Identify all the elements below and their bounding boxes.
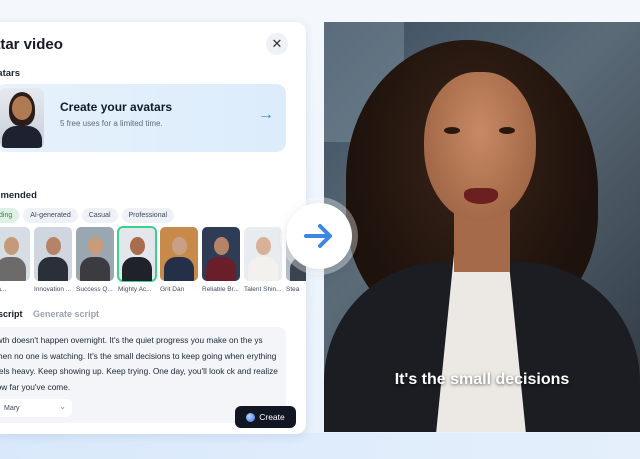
avatar-name: Stea bbox=[286, 286, 300, 293]
script-tabs: r script Generate script bbox=[0, 309, 99, 319]
avatar-video-preview: It's the small decisions bbox=[324, 22, 640, 432]
voice-select[interactable]: Mary ⌄ bbox=[0, 399, 72, 417]
avatar-card[interactable]: Mighty Ac... bbox=[117, 226, 157, 293]
script-text[interactable]: owth doesn't happen overnight. It's the … bbox=[0, 333, 280, 396]
background-strip bbox=[0, 433, 640, 459]
create-avatar-thumbnail bbox=[0, 88, 44, 148]
avatar-card[interactable]: Success Q... bbox=[76, 227, 114, 293]
sparkle-icon bbox=[246, 412, 256, 422]
create-avatar-card[interactable]: Create your avatars 5 free uses for a li… bbox=[0, 84, 286, 152]
arrow-right-icon[interactable] bbox=[286, 203, 352, 269]
avatar-card[interactable]: Talent Shin... bbox=[244, 227, 282, 293]
avatar-card[interactable]: Ma... bbox=[0, 227, 30, 293]
voice-name: Mary bbox=[4, 404, 20, 412]
avatar-name: Grit Dan bbox=[160, 286, 185, 293]
avatar-name: Innovation ... bbox=[34, 286, 72, 293]
avatars-label: vatars bbox=[0, 68, 20, 79]
avatar-card[interactable]: Grit Dan bbox=[160, 227, 198, 293]
avatar-name: Talent Shin... bbox=[244, 286, 282, 293]
avatar-card[interactable]: Innovation ... bbox=[34, 227, 72, 293]
chevron-down-icon: ⌄ bbox=[59, 402, 66, 411]
avatar-card[interactable]: Reliable Br... bbox=[202, 227, 240, 293]
avatar-thumbnail bbox=[160, 227, 198, 281]
avatar-thumbnail bbox=[76, 227, 114, 281]
close-icon[interactable]: ✕ bbox=[266, 33, 288, 55]
avatar-thumbnail bbox=[34, 227, 72, 281]
create-button[interactable]: Create bbox=[235, 406, 296, 428]
filter-chips: ding AI-generated Casual Professional bbox=[0, 208, 175, 223]
filter-chip[interactable]: Professional bbox=[121, 208, 175, 223]
create-avatar-title: Create your avatars bbox=[60, 100, 173, 114]
avatar-thumbnail bbox=[117, 226, 157, 282]
avatar-name: Mighty Ac... bbox=[118, 286, 152, 293]
avatar-name: Success Q... bbox=[76, 286, 113, 293]
filter-chip[interactable]: AI-generated bbox=[23, 208, 78, 223]
filter-chip[interactable]: Casual bbox=[81, 208, 118, 223]
avatar-thumbnail bbox=[202, 227, 240, 281]
tab-your-script[interactable]: r script bbox=[0, 309, 23, 319]
avatar-list: Ma... Innovation ... Success Q... Mighty Ac… bbox=[0, 226, 306, 293]
video-caption: It's the small decisions bbox=[394, 371, 570, 388]
avatar-thumbnail bbox=[244, 227, 282, 281]
arrow-right-icon[interactable]: → bbox=[258, 106, 274, 124]
filter-chip[interactable]: ding bbox=[0, 208, 20, 223]
avatar-video-dialog: atar video ✕ vatars Create your avatars … bbox=[0, 22, 306, 434]
tab-generate-script[interactable]: Generate script bbox=[33, 309, 99, 319]
create-avatar-subtitle: 5 free uses for a limited time. bbox=[60, 119, 163, 128]
create-button-label: Create bbox=[259, 412, 285, 422]
recommended-label: mmended bbox=[0, 190, 37, 201]
avatar-name: Ma... bbox=[0, 286, 7, 293]
avatar-thumbnail bbox=[0, 227, 30, 281]
avatar-name: Reliable Br... bbox=[202, 286, 239, 293]
dialog-title: atar video bbox=[0, 36, 63, 53]
